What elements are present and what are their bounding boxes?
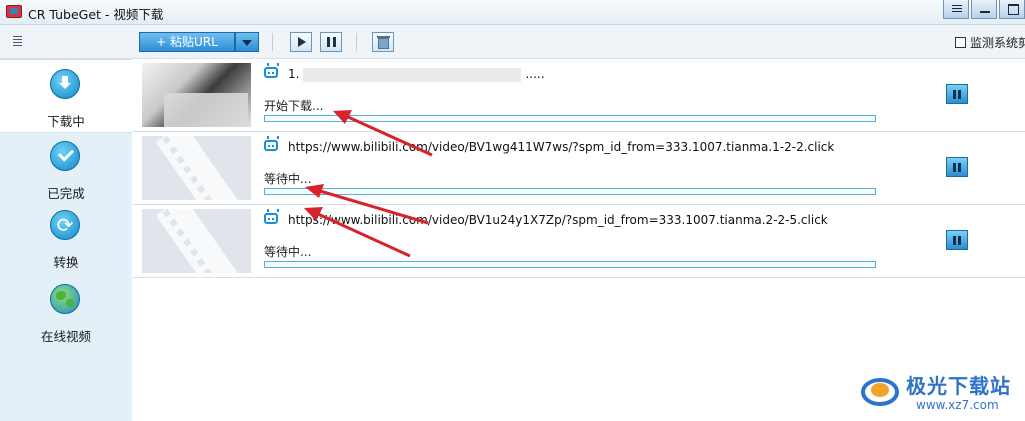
paste-url-dropdown-icon[interactable] bbox=[235, 32, 259, 52]
video-url: https://www.bilibili.com/video/BV1wg411W… bbox=[288, 140, 835, 154]
sidebar: 下载中 已完成 转换 在线视频 bbox=[0, 59, 132, 421]
bilibili-icon bbox=[264, 140, 278, 151]
download-status: 等待中... bbox=[264, 245, 312, 259]
video-url: https://www.bilibili.com/video/BV1u24y1X… bbox=[288, 213, 828, 227]
window-title: CR TubeGet - 视频下载 bbox=[28, 7, 164, 22]
paste-url-button[interactable]: + 粘贴URL bbox=[139, 32, 235, 52]
watermark-url: www.xz7.com bbox=[916, 398, 999, 412]
sidebar-item-label: 在线视频 bbox=[40, 329, 91, 344]
app-logo-icon bbox=[6, 5, 22, 18]
sidebar-item-convert[interactable]: 转换 bbox=[0, 201, 132, 273]
monitor-clipboard-label: 监测系统剪 bbox=[970, 36, 1025, 50]
monitor-clipboard-option[interactable]: 监测系统剪 bbox=[955, 34, 1025, 51]
start-all-button[interactable] bbox=[290, 32, 312, 52]
pause-all-button[interactable] bbox=[320, 32, 342, 52]
monitor-clipboard-checkbox[interactable] bbox=[955, 37, 966, 48]
sidebar-item-label: 转换 bbox=[53, 255, 79, 270]
download-status: 等待中... bbox=[264, 172, 312, 186]
bilibili-icon bbox=[264, 67, 278, 78]
video-thumbnail bbox=[142, 209, 251, 273]
video-thumbnail bbox=[142, 63, 251, 127]
progress-bar bbox=[264, 261, 876, 268]
sidebar-item-label: 已完成 bbox=[47, 186, 85, 201]
progress-bar bbox=[264, 188, 876, 195]
pause-button[interactable] bbox=[946, 230, 968, 250]
sidebar-item-label: 下载中 bbox=[47, 114, 85, 129]
progress-bar bbox=[264, 115, 876, 122]
blurred-title bbox=[303, 67, 522, 82]
sidebar-item-downloading[interactable]: 下载中 bbox=[0, 59, 132, 133]
list-view-icon[interactable] bbox=[13, 36, 22, 48]
video-title-suffix: ..... bbox=[525, 67, 545, 81]
toolbar-divider bbox=[356, 33, 357, 51]
minimize-icon[interactable] bbox=[971, 0, 997, 19]
watermark-name: 极光下载站 bbox=[906, 374, 1011, 398]
pause-button[interactable] bbox=[946, 84, 968, 104]
title-bar: CR TubeGet - 视频下载 bbox=[0, 0, 1025, 25]
globe-icon bbox=[50, 284, 80, 314]
watermark: 极光下载站 www.xz7.com bbox=[860, 368, 1020, 418]
maximize-icon[interactable] bbox=[999, 0, 1025, 19]
download-row[interactable]: https://www.bilibili.com/video/BV1wg411W… bbox=[133, 132, 1025, 205]
toolbar: + 粘贴URL 监测系统剪 bbox=[0, 25, 1025, 59]
menu-icon[interactable] bbox=[943, 0, 969, 19]
convert-icon bbox=[50, 210, 80, 240]
video-title: 1...... bbox=[288, 67, 545, 82]
toolbar-divider bbox=[272, 33, 273, 51]
watermark-logo-icon bbox=[861, 378, 899, 406]
download-icon bbox=[50, 69, 80, 99]
pause-button[interactable] bbox=[946, 157, 968, 177]
video-thumbnail bbox=[142, 136, 251, 200]
bilibili-icon bbox=[264, 213, 278, 224]
check-icon bbox=[50, 141, 80, 171]
sidebar-item-completed[interactable]: 已完成 bbox=[0, 132, 132, 204]
download-status: 开始下载... bbox=[264, 99, 324, 113]
delete-icon[interactable] bbox=[372, 32, 394, 52]
download-row[interactable]: 1...... 开始下载... bbox=[133, 59, 1025, 132]
download-row[interactable]: https://www.bilibili.com/video/BV1u24y1X… bbox=[133, 205, 1025, 278]
video-index: 1. bbox=[288, 67, 300, 81]
window-controls bbox=[943, 0, 1025, 19]
sidebar-item-online-video[interactable]: 在线视频 bbox=[0, 275, 132, 347]
